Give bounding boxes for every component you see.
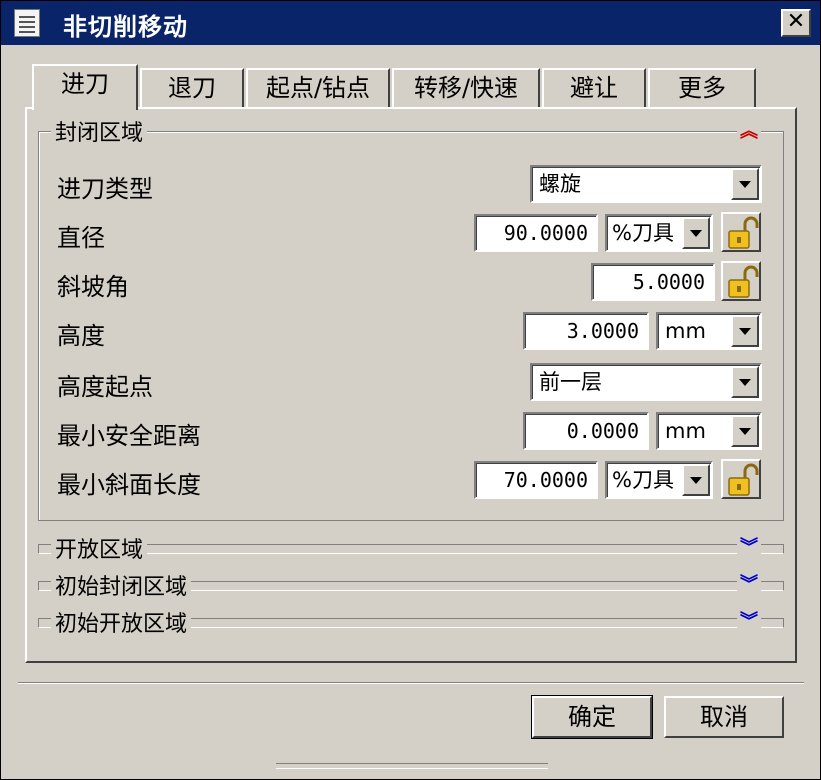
open-area-section[interactable] [38, 544, 784, 554]
cancel-button[interactable]: 取消 [664, 696, 784, 738]
open-area-title[interactable]: 开放区域 [51, 532, 148, 564]
separator [18, 682, 804, 684]
entry-type-select[interactable]: 螺旋 [530, 165, 762, 203]
lock-button[interactable] [721, 261, 761, 301]
dialog-icon [14, 9, 40, 37]
initial-closed-area-title[interactable]: 初始封闭区域 [51, 569, 192, 601]
dropdown-arrow-icon[interactable] [731, 168, 759, 200]
min-safe-distance-input[interactable]: 0.0000 [523, 412, 649, 450]
tab-more[interactable]: 更多 [648, 68, 756, 108]
diameter-unit-select[interactable]: %刀具 [605, 214, 713, 252]
height-unit-value: mm [665, 319, 706, 343]
diameter-label: 直径 [57, 224, 105, 252]
tab-label: 进刀 [61, 70, 109, 98]
expand-chevron-icon[interactable]: ︾ [737, 573, 761, 597]
min-safe-distance-label: 最小安全距离 [57, 422, 201, 450]
height-unit-select[interactable]: mm [656, 312, 762, 350]
dropdown-arrow-icon[interactable] [731, 415, 759, 447]
padlock-open-icon [728, 216, 759, 249]
min-ramp-length-unit-value: %刀具 [612, 468, 674, 492]
diameter-input[interactable]: 90.0000 [474, 214, 598, 252]
padlock-open-icon [728, 463, 759, 496]
collapse-chevron-icon[interactable]: ︽ [737, 120, 761, 144]
dropdown-arrow-icon[interactable] [682, 464, 710, 496]
diameter-unit-value: %刀具 [612, 221, 674, 245]
closed-area-title: 封闭区域 [51, 115, 148, 147]
padlock-open-icon [728, 265, 759, 298]
close-button[interactable]: ✕ [781, 9, 811, 37]
tab-entry[interactable]: 进刀 [32, 64, 138, 110]
close-icon: ✕ [786, 9, 806, 34]
tab-start-drill-point[interactable]: 起点/钻点 [246, 68, 390, 108]
cancel-button-label: 取消 [700, 703, 748, 731]
dialog-window: 非切削移动 ✕ 进刀 退刀 起点/钻点 转移/快速 避让 更多 封闭区域 ︽ 进… [0, 0, 821, 780]
window-title: 非切削移动 [63, 13, 188, 41]
entry-type-label: 进刀类型 [57, 175, 153, 203]
expand-chevron-icon[interactable]: ︾ [737, 536, 761, 560]
ramp-angle-input[interactable]: 5.0000 [591, 263, 715, 301]
min-ramp-length-label: 最小斜面长度 [57, 471, 201, 499]
tab-avoidance[interactable]: 避让 [542, 68, 646, 108]
dropdown-arrow-icon[interactable] [682, 217, 710, 249]
dropdown-arrow-icon[interactable] [731, 315, 759, 347]
tab-label: 更多 [678, 74, 726, 102]
ramp-angle-label: 斜坡角 [57, 273, 129, 301]
height-label: 高度 [57, 322, 105, 350]
min-safe-distance-unit-select[interactable]: mm [656, 412, 762, 450]
min-safe-distance-unit-value: mm [665, 419, 706, 443]
tab-label: 起点/钻点 [265, 74, 371, 102]
height-from-value: 前一层 [539, 370, 602, 394]
height-from-select[interactable]: 前一层 [530, 363, 762, 401]
tab-transfer-rapid[interactable]: 转移/快速 [392, 68, 540, 108]
height-from-label: 高度起点 [57, 373, 153, 401]
ok-button-label: 确定 [568, 703, 616, 731]
title-bar[interactable]: 非切削移动 ✕ [1, 1, 820, 45]
tab-label: 转移/快速 [413, 74, 519, 102]
min-ramp-length-unit-select[interactable]: %刀具 [605, 461, 713, 499]
lock-button[interactable] [721, 212, 761, 252]
lock-button[interactable] [721, 459, 761, 499]
entry-type-value: 螺旋 [539, 172, 581, 196]
tab-exit[interactable]: 退刀 [140, 68, 244, 108]
min-ramp-length-input[interactable]: 70.0000 [474, 461, 598, 499]
tab-label: 退刀 [168, 74, 216, 102]
resize-grip[interactable] [276, 763, 548, 769]
ok-button[interactable]: 确定 [531, 695, 653, 739]
tab-label: 避让 [570, 74, 618, 102]
height-input[interactable]: 3.0000 [523, 312, 649, 350]
initial-open-area-title[interactable]: 初始开放区域 [51, 606, 192, 638]
expand-chevron-icon[interactable]: ︾ [737, 610, 761, 634]
dropdown-arrow-icon[interactable] [731, 366, 759, 398]
